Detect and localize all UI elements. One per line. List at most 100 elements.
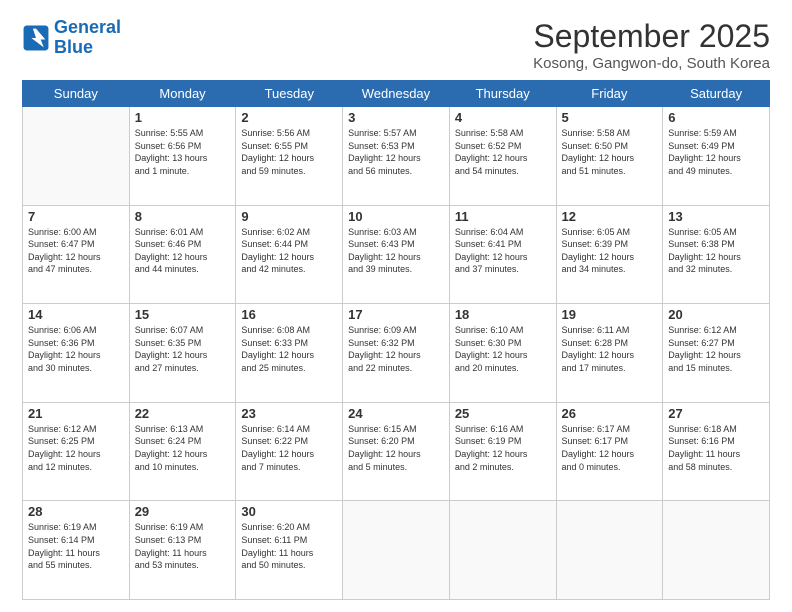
day-info: Sunrise: 6:02 AM Sunset: 6:44 PM Dayligh… bbox=[241, 226, 337, 276]
col-tuesday: Tuesday bbox=[236, 81, 343, 107]
day-info: Sunrise: 6:04 AM Sunset: 6:41 PM Dayligh… bbox=[455, 226, 551, 276]
calendar-cell bbox=[343, 501, 450, 600]
location: Kosong, Gangwon-do, South Korea bbox=[533, 55, 770, 72]
calendar-week-2: 7 Sunrise: 6:00 AM Sunset: 6:47 PM Daylig… bbox=[23, 205, 770, 304]
calendar-cell: 24Sunrise: 6:15 AM Sunset: 6:20 PM Dayli… bbox=[343, 402, 450, 501]
calendar-cell: 9 Sunrise: 6:02 AM Sunset: 6:44 PM Daylig… bbox=[236, 205, 343, 304]
logo-text: General Blue bbox=[54, 18, 121, 58]
day-info: Sunrise: 6:11 AM Sunset: 6:28 PM Dayligh… bbox=[562, 324, 658, 374]
calendar-cell: 18 Sunrise: 6:10 AM Sunset: 6:30 PM Dayli… bbox=[449, 304, 556, 403]
day-info: Sunrise: 6:12 AM Sunset: 6:27 PM Dayligh… bbox=[668, 324, 764, 374]
day-number: 28 bbox=[28, 504, 124, 519]
day-number: 5 bbox=[562, 110, 658, 125]
title-block: September 2025 Kosong, Gangwon-do, South… bbox=[533, 18, 770, 72]
calendar-cell: 6 Sunrise: 5:59 AM Sunset: 6:49 PM Daylig… bbox=[663, 107, 770, 206]
day-number: 7 bbox=[28, 209, 124, 224]
day-info: Sunrise: 6:10 AM Sunset: 6:30 PM Dayligh… bbox=[455, 324, 551, 374]
day-number: 18 bbox=[455, 307, 551, 322]
day-info: Sunrise: 6:13 AM Sunset: 6:24 PM Dayligh… bbox=[135, 423, 231, 473]
month-title: September 2025 bbox=[533, 18, 770, 55]
day-info: Sunrise: 6:14 AM Sunset: 6:22 PM Dayligh… bbox=[241, 423, 337, 473]
calendar-table: Sunday Monday Tuesday Wednesday Thursday… bbox=[22, 80, 770, 600]
calendar-cell: 3 Sunrise: 5:57 AM Sunset: 6:53 PM Daylig… bbox=[343, 107, 450, 206]
calendar-cell: 2Sunrise: 5:56 AM Sunset: 6:55 PM Daylig… bbox=[236, 107, 343, 206]
calendar-cell: 15 Sunrise: 6:07 AM Sunset: 6:35 PM Dayli… bbox=[129, 304, 236, 403]
day-number: 20 bbox=[668, 307, 764, 322]
calendar-cell: 1Sunrise: 5:55 AM Sunset: 6:56 PM Daylig… bbox=[129, 107, 236, 206]
calendar-cell bbox=[23, 107, 130, 206]
day-number: 13 bbox=[668, 209, 764, 224]
calendar-cell: 30 Sunrise: 6:20 AM Sunset: 6:11 PM Dayli… bbox=[236, 501, 343, 600]
day-number: 21 bbox=[28, 406, 124, 421]
day-number: 8 bbox=[135, 209, 231, 224]
calendar-cell: 28 Sunrise: 6:19 AM Sunset: 6:14 PM Dayli… bbox=[23, 501, 130, 600]
day-number: 29 bbox=[135, 504, 231, 519]
logo-line1: General bbox=[54, 17, 121, 37]
logo-icon bbox=[22, 24, 50, 52]
calendar-week-1: 1Sunrise: 5:55 AM Sunset: 6:56 PM Daylig… bbox=[23, 107, 770, 206]
calendar-cell: 4 Sunrise: 5:58 AM Sunset: 6:52 PM Daylig… bbox=[449, 107, 556, 206]
day-number: 10 bbox=[348, 209, 444, 224]
calendar-cell: 7 Sunrise: 6:00 AM Sunset: 6:47 PM Daylig… bbox=[23, 205, 130, 304]
col-wednesday: Wednesday bbox=[343, 81, 450, 107]
day-number: 14 bbox=[28, 307, 124, 322]
calendar-cell: 5Sunrise: 5:58 AM Sunset: 6:50 PM Daylig… bbox=[556, 107, 663, 206]
day-number: 24 bbox=[348, 406, 444, 421]
day-number: 16 bbox=[241, 307, 337, 322]
day-info: Sunrise: 5:57 AM Sunset: 6:53 PM Dayligh… bbox=[348, 127, 444, 177]
calendar-cell: 13 Sunrise: 6:05 AM Sunset: 6:38 PM Dayli… bbox=[663, 205, 770, 304]
day-number: 22 bbox=[135, 406, 231, 421]
day-number: 25 bbox=[455, 406, 551, 421]
day-info: Sunrise: 6:20 AM Sunset: 6:11 PM Dayligh… bbox=[241, 521, 337, 571]
day-number: 6 bbox=[668, 110, 764, 125]
day-number: 15 bbox=[135, 307, 231, 322]
day-number: 11 bbox=[455, 209, 551, 224]
calendar-cell: 17Sunrise: 6:09 AM Sunset: 6:32 PM Dayli… bbox=[343, 304, 450, 403]
day-info: Sunrise: 6:00 AM Sunset: 6:47 PM Dayligh… bbox=[28, 226, 124, 276]
day-number: 9 bbox=[241, 209, 337, 224]
day-info: Sunrise: 5:58 AM Sunset: 6:52 PM Dayligh… bbox=[455, 127, 551, 177]
day-info: Sunrise: 6:08 AM Sunset: 6:33 PM Dayligh… bbox=[241, 324, 337, 374]
col-friday: Friday bbox=[556, 81, 663, 107]
calendar-cell bbox=[449, 501, 556, 600]
col-saturday: Saturday bbox=[663, 81, 770, 107]
day-number: 23 bbox=[241, 406, 337, 421]
calendar-cell: 10Sunrise: 6:03 AM Sunset: 6:43 PM Dayli… bbox=[343, 205, 450, 304]
calendar-cell: 8 Sunrise: 6:01 AM Sunset: 6:46 PM Daylig… bbox=[129, 205, 236, 304]
calendar-cell: 22 Sunrise: 6:13 AM Sunset: 6:24 PM Dayli… bbox=[129, 402, 236, 501]
day-number: 1 bbox=[135, 110, 231, 125]
day-number: 27 bbox=[668, 406, 764, 421]
calendar-cell: 19 Sunrise: 6:11 AM Sunset: 6:28 PM Dayli… bbox=[556, 304, 663, 403]
page: General Blue September 2025 Kosong, Gang… bbox=[0, 0, 792, 612]
calendar-header-row: Sunday Monday Tuesday Wednesday Thursday… bbox=[23, 81, 770, 107]
day-info: Sunrise: 6:05 AM Sunset: 6:38 PM Dayligh… bbox=[668, 226, 764, 276]
day-number: 30 bbox=[241, 504, 337, 519]
day-info: Sunrise: 6:17 AM Sunset: 6:17 PM Dayligh… bbox=[562, 423, 658, 473]
calendar-cell: 23 Sunrise: 6:14 AM Sunset: 6:22 PM Dayli… bbox=[236, 402, 343, 501]
day-number: 2 bbox=[241, 110, 337, 125]
day-number: 19 bbox=[562, 307, 658, 322]
calendar-cell: 25 Sunrise: 6:16 AM Sunset: 6:19 PM Dayli… bbox=[449, 402, 556, 501]
day-number: 12 bbox=[562, 209, 658, 224]
day-info: Sunrise: 6:05 AM Sunset: 6:39 PM Dayligh… bbox=[562, 226, 658, 276]
day-info: Sunrise: 6:18 AM Sunset: 6:16 PM Dayligh… bbox=[668, 423, 764, 473]
calendar-week-5: 28 Sunrise: 6:19 AM Sunset: 6:14 PM Dayli… bbox=[23, 501, 770, 600]
day-info: Sunrise: 6:19 AM Sunset: 6:14 PM Dayligh… bbox=[28, 521, 124, 571]
day-info: Sunrise: 6:12 AM Sunset: 6:25 PM Dayligh… bbox=[28, 423, 124, 473]
calendar-cell bbox=[556, 501, 663, 600]
col-thursday: Thursday bbox=[449, 81, 556, 107]
day-info: Sunrise: 6:07 AM Sunset: 6:35 PM Dayligh… bbox=[135, 324, 231, 374]
day-number: 4 bbox=[455, 110, 551, 125]
day-info: Sunrise: 5:59 AM Sunset: 6:49 PM Dayligh… bbox=[668, 127, 764, 177]
day-info: Sunrise: 6:01 AM Sunset: 6:46 PM Dayligh… bbox=[135, 226, 231, 276]
logo-line2: Blue bbox=[54, 37, 93, 57]
day-info: Sunrise: 6:19 AM Sunset: 6:13 PM Dayligh… bbox=[135, 521, 231, 571]
day-number: 3 bbox=[348, 110, 444, 125]
day-info: Sunrise: 6:16 AM Sunset: 6:19 PM Dayligh… bbox=[455, 423, 551, 473]
day-number: 26 bbox=[562, 406, 658, 421]
calendar-cell: 11 Sunrise: 6:04 AM Sunset: 6:41 PM Dayli… bbox=[449, 205, 556, 304]
calendar-cell: 21 Sunrise: 6:12 AM Sunset: 6:25 PM Dayli… bbox=[23, 402, 130, 501]
day-info: Sunrise: 6:09 AM Sunset: 6:32 PM Dayligh… bbox=[348, 324, 444, 374]
calendar-week-3: 14Sunrise: 6:06 AM Sunset: 6:36 PM Dayli… bbox=[23, 304, 770, 403]
calendar-cell: 16 Sunrise: 6:08 AM Sunset: 6:33 PM Dayli… bbox=[236, 304, 343, 403]
